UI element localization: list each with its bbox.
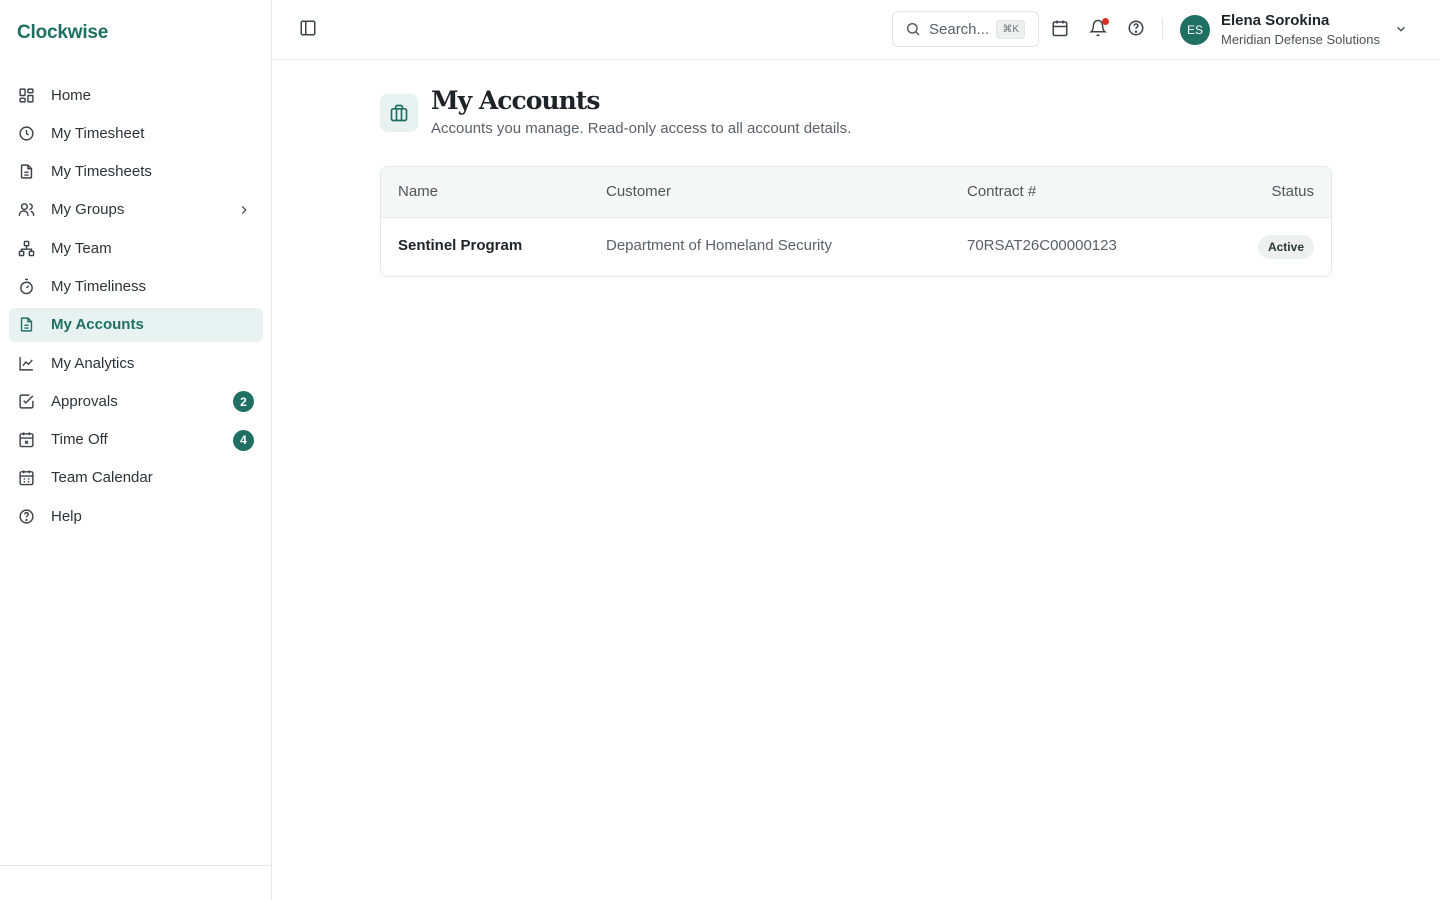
help-circle-icon[interactable] bbox=[1127, 19, 1147, 39]
sidebar-item-my-groups[interactable]: My Groups bbox=[9, 193, 263, 227]
accounts-table: Name Customer Contract # Status Sentinel… bbox=[380, 166, 1332, 277]
calendar-icon[interactable] bbox=[1051, 19, 1071, 39]
chevron-down-icon[interactable] bbox=[1394, 22, 1408, 36]
column-header-customer[interactable]: Customer bbox=[606, 183, 671, 200]
account-contract-number: 70RSAT26C00000123 bbox=[967, 237, 1117, 254]
page-subtitle: Accounts you manage. Read-only access to… bbox=[431, 120, 852, 137]
count-badge: 4 bbox=[233, 429, 254, 451]
sidebar-item-approvals[interactable]: Approvals 2 bbox=[9, 384, 263, 418]
column-header-name[interactable]: Name bbox=[398, 183, 438, 200]
document-icon bbox=[17, 163, 35, 181]
sidebar-item-label: My Timesheets bbox=[51, 163, 152, 181]
table-row[interactable]: Sentinel Program Department of Homeland … bbox=[381, 218, 1331, 276]
account-name[interactable]: Sentinel Program bbox=[398, 237, 522, 254]
sidebar-footer-divider bbox=[0, 865, 271, 866]
user-info: Elena Sorokina Meridian Defense Solution… bbox=[1221, 13, 1380, 47]
brand-logo[interactable]: Clockwise bbox=[17, 22, 108, 44]
notification-dot bbox=[1102, 18, 1109, 25]
sidebar-item-label: My Groups bbox=[51, 201, 125, 219]
sidebar-item-my-analytics[interactable]: My Analytics bbox=[9, 346, 263, 380]
sidebar-item-team-calendar[interactable]: Team Calendar bbox=[9, 461, 263, 495]
sidebar-item-time-off[interactable]: Time Off 4 bbox=[9, 423, 263, 457]
page-title: My Accounts bbox=[431, 86, 600, 115]
table-header: Name Customer Contract # Status bbox=[381, 167, 1331, 218]
sidebar-toggle-icon[interactable] bbox=[299, 19, 319, 39]
topbar-divider bbox=[1162, 18, 1163, 40]
sidebar-item-my-team[interactable]: My Team bbox=[9, 231, 263, 265]
document-icon bbox=[17, 316, 35, 334]
sidebar-item-label: My Team bbox=[51, 239, 112, 257]
sidebar-item-label: My Accounts bbox=[51, 316, 144, 334]
user-menu[interactable]: ES Elena Sorokina Meridian Defense Solut… bbox=[1180, 13, 1405, 47]
sidebar-item-label: Approvals bbox=[51, 392, 118, 410]
sidebar-nav: Home My Timesheet My Timesheets My Group… bbox=[9, 78, 263, 538]
sidebar-item-my-timesheet[interactable]: My Timesheet bbox=[9, 116, 263, 150]
chevron-right-icon[interactable] bbox=[237, 203, 251, 217]
calendar-icon bbox=[17, 469, 35, 487]
search-icon bbox=[905, 21, 921, 37]
search-input[interactable]: Search... ⌘K bbox=[892, 11, 1039, 47]
dashboard-grid-icon bbox=[17, 86, 35, 104]
sidebar-item-label: Time Off bbox=[51, 431, 108, 449]
sidebar-item-label: My Analytics bbox=[51, 354, 135, 372]
column-header-status[interactable]: Status bbox=[1271, 183, 1314, 200]
sidebar-item-my-accounts[interactable]: My Accounts bbox=[9, 307, 263, 342]
checkbox-icon bbox=[17, 392, 35, 410]
sidebar: Clockwise Home My Timesheet My Timesheet… bbox=[0, 0, 272, 900]
sidebar-item-help[interactable]: Help bbox=[9, 499, 263, 533]
sidebar-item-my-timeliness[interactable]: My Timeliness bbox=[9, 269, 263, 303]
keyboard-shortcut: ⌘K bbox=[996, 20, 1025, 39]
clock-icon bbox=[17, 124, 35, 142]
top-bar: Search... ⌘K ES Elena Sorokina Meridian … bbox=[272, 0, 1440, 60]
bell-icon[interactable] bbox=[1089, 18, 1109, 39]
column-header-contract[interactable]: Contract # bbox=[967, 183, 1036, 200]
status-badge: Active bbox=[1257, 235, 1314, 259]
sidebar-item-label: Help bbox=[51, 507, 82, 525]
sidebar-item-label: My Timeliness bbox=[51, 277, 147, 295]
avatar: ES bbox=[1180, 15, 1210, 45]
sidebar-item-my-timesheets[interactable]: My Timesheets bbox=[9, 155, 263, 189]
count-badge: 2 bbox=[233, 391, 254, 413]
user-organization: Meridian Defense Solutions bbox=[1221, 32, 1380, 47]
sidebar-item-home[interactable]: Home bbox=[9, 78, 263, 112]
org-chart-icon bbox=[17, 239, 35, 257]
sidebar-item-label: My Timesheet bbox=[51, 124, 145, 142]
sidebar-item-label: Team Calendar bbox=[51, 469, 153, 487]
line-chart-icon bbox=[17, 354, 35, 372]
sidebar-item-label: Home bbox=[51, 86, 92, 104]
users-icon bbox=[17, 201, 35, 219]
calendar-x-icon bbox=[17, 431, 35, 449]
search-placeholder: Search... bbox=[929, 20, 990, 38]
user-name: Elena Sorokina bbox=[1221, 12, 1330, 29]
stopwatch-icon bbox=[17, 277, 35, 295]
account-customer: Department of Homeland Security bbox=[606, 237, 832, 254]
help-circle-icon bbox=[17, 507, 35, 525]
briefcase-icon bbox=[380, 94, 418, 132]
